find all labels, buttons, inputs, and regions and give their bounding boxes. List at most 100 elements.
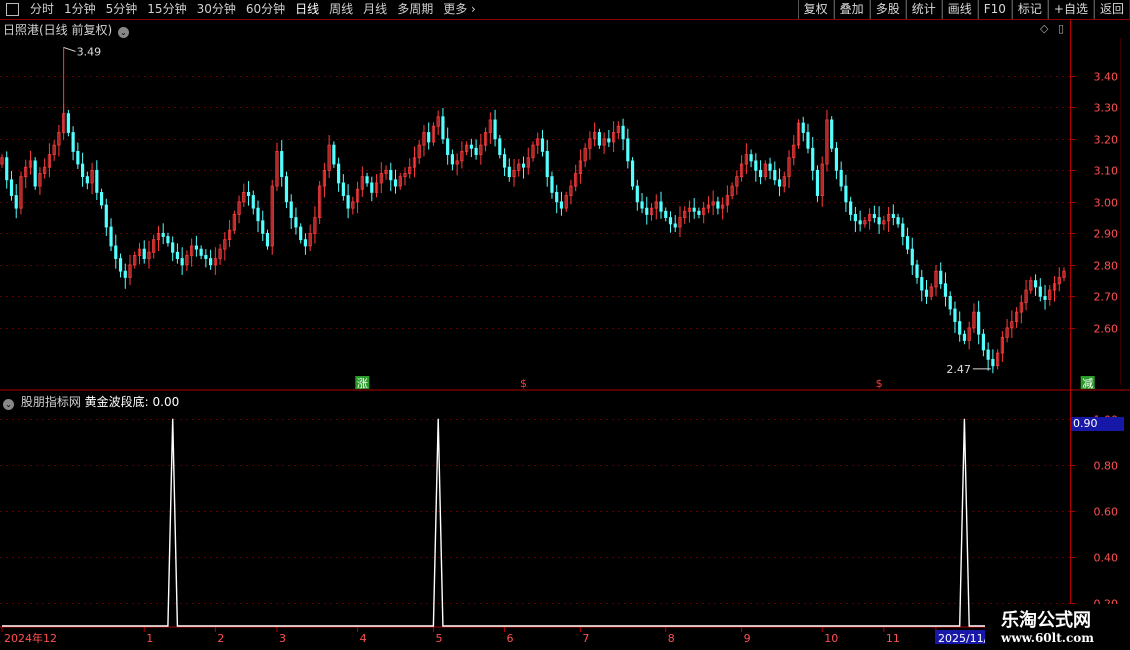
high-label: 3.49 [77, 45, 102, 58]
candle-body [716, 201, 720, 209]
candle-body [370, 182, 374, 193]
candle-body [104, 204, 108, 228]
event-marker-label: 涨 [357, 377, 368, 390]
indicator-y-tick-label: 0.60 [1094, 506, 1119, 519]
candle-body [389, 169, 393, 181]
main-y-tick-label: 3.00 [1094, 197, 1119, 210]
candle-body [801, 122, 805, 133]
x-axis-label: 11 [886, 632, 900, 645]
candle-body [171, 242, 175, 253]
candle-body [872, 214, 876, 219]
candle-body [14, 195, 18, 209]
candle-body [251, 195, 255, 209]
chart-canvas[interactable]: 2.60 2.70 2.80 2.90 3.00 3.10 3.20 3.30 3.40 3.49… [0, 0, 1130, 650]
x-axis-label: 1 [146, 632, 153, 645]
candle-body [939, 270, 943, 285]
x-axis-label: 2024年12 [4, 631, 57, 645]
event-marker-label: 减 [1082, 377, 1093, 390]
main-y-tick-label: 3.10 [1094, 165, 1119, 178]
candle-body [427, 132, 431, 143]
candle-body [1033, 280, 1038, 288]
selected-value-box: 0.90 [1071, 417, 1124, 431]
candle-body [640, 201, 644, 209]
low-label: 2.47 [946, 363, 971, 376]
candle-body [668, 217, 673, 225]
candle-body [545, 151, 549, 178]
candle-body [697, 210, 701, 215]
candle-body [303, 239, 308, 247]
x-axis-label: 10 [824, 632, 838, 645]
x-axis-label: 6 [507, 632, 514, 645]
candle-body [635, 185, 639, 203]
candle-body [754, 160, 758, 171]
candle-body [256, 207, 260, 222]
candle-body [905, 236, 910, 250]
event-marker-label: $ [520, 377, 527, 390]
candle-body [123, 270, 127, 278]
candle-body [630, 160, 635, 187]
candle-body [346, 195, 350, 209]
candle-body [777, 179, 782, 187]
candle-body [289, 201, 293, 219]
candle-body [95, 169, 99, 193]
candle-body [498, 138, 502, 155]
main-y-tick-label: 2.90 [1094, 228, 1119, 241]
candle-body [246, 191, 251, 196]
candle-body [849, 201, 853, 215]
candle-body [109, 226, 113, 247]
x-axis-label: 8 [668, 632, 675, 645]
candle-body [265, 232, 270, 247]
x-axis-label: 2 [217, 632, 224, 645]
main-y-tick-label: 3.30 [1094, 102, 1119, 115]
candle-body [521, 163, 526, 168]
candle-body [441, 116, 445, 140]
candle-body [5, 157, 9, 181]
candle-body [948, 295, 952, 310]
candle-body [901, 223, 905, 237]
candle-body [607, 138, 611, 143]
candle-body [550, 176, 554, 193]
logo-line1: 乐淘公式网 [1001, 610, 1091, 631]
candle-body [597, 132, 601, 146]
candle-body [844, 185, 848, 203]
candle-body [99, 191, 104, 206]
indicator-y-tick-label: 0.80 [1094, 460, 1119, 473]
candle-body [839, 169, 843, 187]
candle-body [896, 217, 900, 225]
candle-body [924, 289, 929, 297]
main-y-tick-label: 3.20 [1094, 134, 1119, 147]
candle-body [341, 182, 345, 196]
candle-body [450, 154, 455, 165]
candle-body [943, 283, 948, 297]
candle-body [815, 169, 820, 196]
candle-body [981, 333, 986, 351]
indicator-y-tick-label: 0.40 [1094, 552, 1119, 565]
candle-body [920, 277, 924, 291]
candle-body [9, 179, 14, 196]
candle-body [337, 163, 341, 184]
candle-body [332, 144, 336, 165]
indicator-line [2, 418, 1064, 627]
main-y-tick-label: 2.70 [1094, 291, 1119, 304]
event-marker-label: $ [876, 377, 883, 390]
candle-body [958, 321, 962, 335]
candle-body [469, 144, 473, 149]
candle-body [299, 226, 303, 241]
candle-body [773, 169, 777, 181]
candle-body [853, 214, 857, 222]
candle-body [284, 176, 289, 203]
candle-body [806, 132, 810, 149]
candle-body [261, 220, 265, 234]
candle-body [986, 349, 990, 360]
candle-body [659, 201, 663, 212]
candle-body [910, 248, 914, 266]
candle-body [493, 119, 497, 140]
x-axis-label: 5 [435, 632, 442, 645]
main-y-tick-label: 2.80 [1094, 260, 1119, 273]
candle-body [858, 220, 862, 225]
candle-body [962, 333, 967, 341]
candle-body [71, 132, 75, 152]
candle-body [559, 201, 564, 209]
main-y-tick-label: 3.40 [1094, 71, 1119, 84]
candle-body [626, 138, 630, 162]
